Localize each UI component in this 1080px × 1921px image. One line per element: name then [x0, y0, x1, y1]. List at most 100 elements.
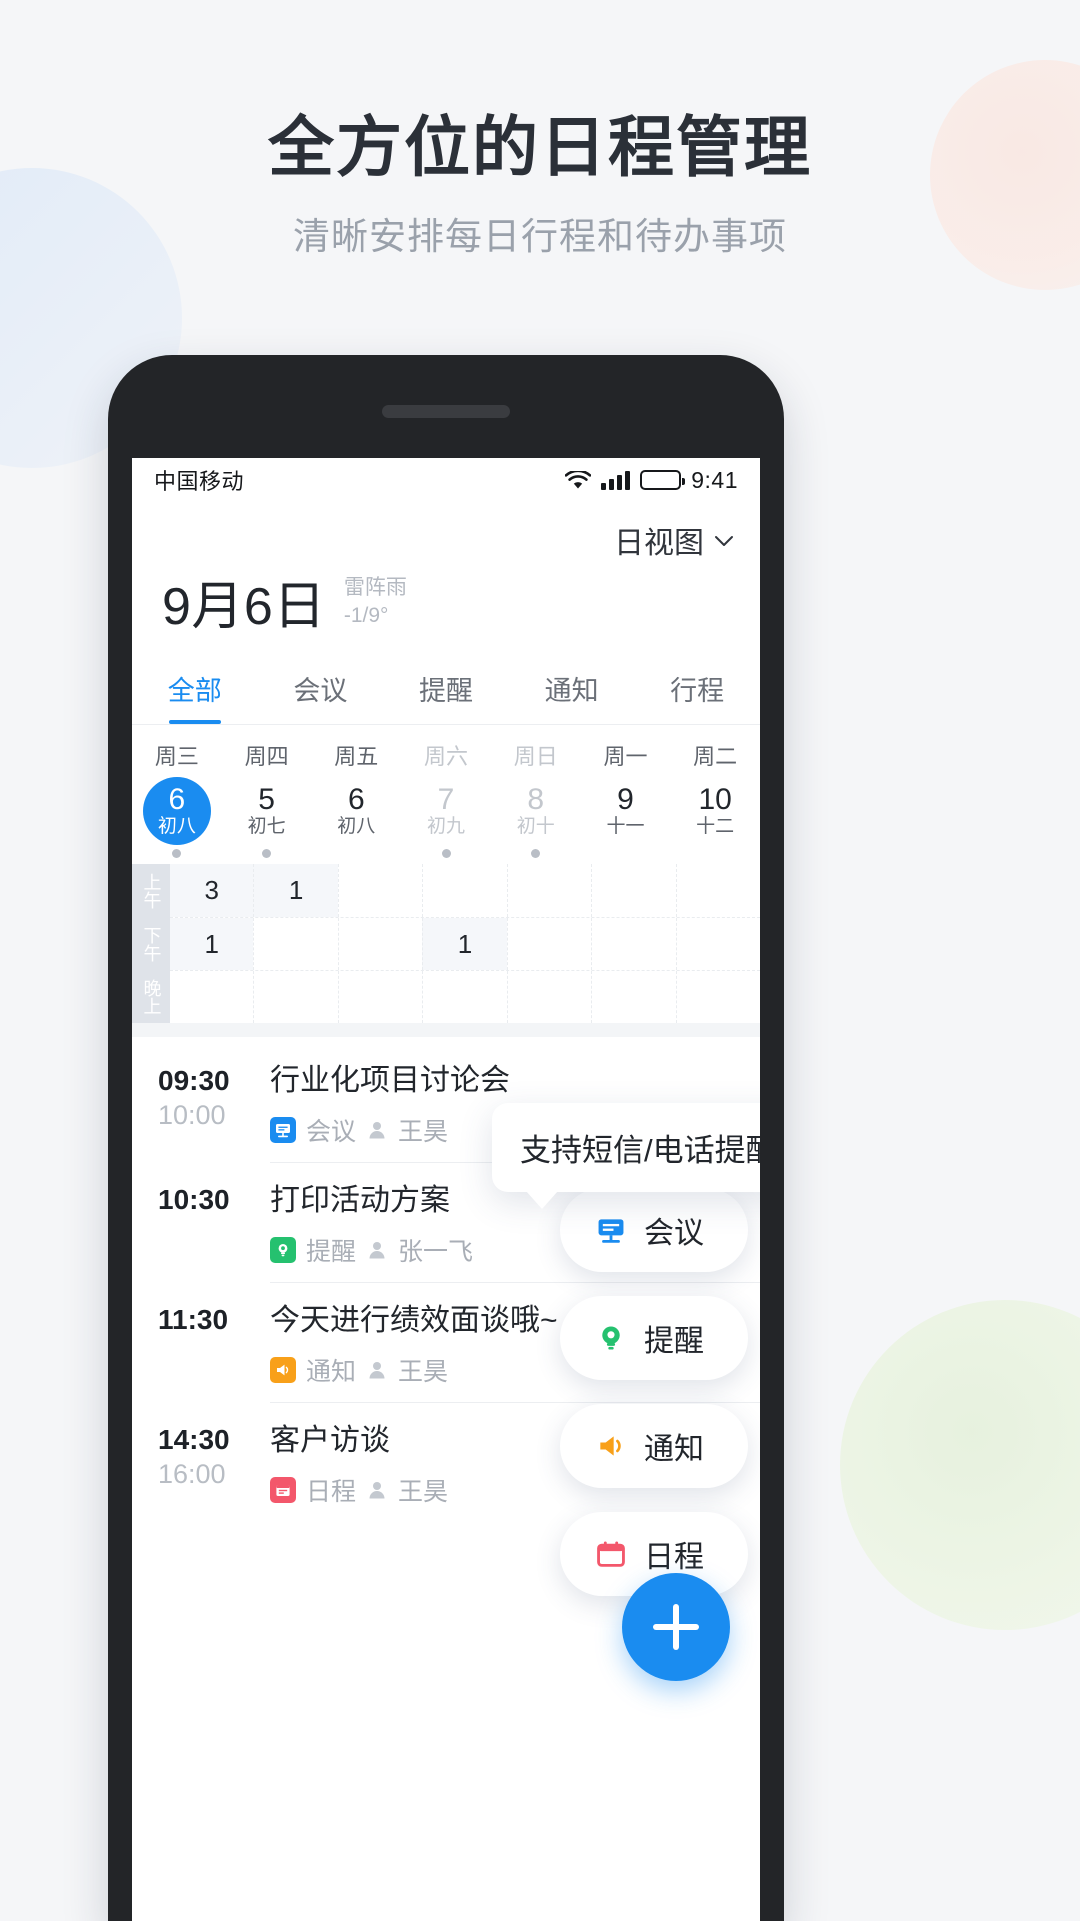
lunar-label: 十一 — [606, 816, 645, 838]
event-type-label: 通知 — [306, 1358, 357, 1387]
grid-cell[interactable] — [337, 971, 422, 1024]
lunar-label: 初八 — [157, 816, 196, 838]
day-pill: 10 十二 — [681, 777, 749, 845]
tab-all[interactable]: 全部 — [132, 657, 258, 724]
tab-notification[interactable]: 通知 — [509, 657, 635, 724]
date-header: 9月6日 雷阵雨 -1/9° — [132, 564, 760, 657]
battery-icon — [640, 470, 686, 490]
day-number: 8 — [527, 782, 545, 816]
grid-cell[interactable] — [506, 971, 591, 1024]
grid-cell[interactable]: 1 — [170, 918, 254, 971]
notification-horn-icon — [594, 1429, 628, 1463]
day-part-label-morning: 上午 — [132, 864, 170, 918]
week-day-0[interactable]: 周三 6 初八 — [132, 739, 222, 859]
grid-cell[interactable] — [253, 918, 337, 971]
grid-row-afternoon: 1 1 — [170, 917, 760, 971]
pill-label: 通知 — [644, 1433, 704, 1466]
grid-cell[interactable]: 1 — [253, 864, 338, 918]
status-time: 9:41 — [691, 466, 738, 493]
carrier-label: 中国移动 — [154, 469, 245, 494]
week-day-6[interactable]: 周二 10 十二 — [670, 739, 760, 858]
pill-notification[interactable]: 通知 — [560, 1404, 748, 1488]
tooltip-bubble: 支持短信/电话提醒 — [492, 1103, 760, 1209]
day-part-label-afternoon: 下午 — [132, 917, 170, 971]
promo-text-block: 全方位的日程管理 清晰安排每日行程和待办事项 — [0, 0, 1080, 261]
grid-cell[interactable] — [675, 864, 760, 918]
pill-reminder[interactable]: 提醒 — [560, 1296, 748, 1380]
event-type-label: 会议 — [306, 1118, 357, 1147]
phone-speaker — [382, 405, 510, 418]
grid-cell[interactable] — [675, 918, 760, 971]
event-type-label: 提醒 — [306, 1238, 357, 1267]
lunar-label: 初八 — [337, 816, 376, 838]
event-dot — [262, 849, 272, 859]
event-end-time: 16:00 — [158, 1459, 226, 1490]
week-day-1[interactable]: 周四 5 初七 — [222, 739, 312, 859]
add-event-fab[interactable] — [622, 1573, 730, 1681]
wifi-icon — [565, 470, 592, 490]
grid-cell[interactable]: 1 — [422, 918, 507, 971]
week-day-5[interactable]: 周一 9 十一 — [581, 739, 671, 858]
day-part-label-evening: 晚上 — [132, 970, 170, 1024]
tab-trip[interactable]: 行程 — [634, 657, 760, 724]
grid-cell[interactable] — [675, 971, 760, 1024]
notification-horn-icon — [270, 1357, 296, 1384]
event-time: 10:30 — [158, 1162, 270, 1268]
view-switch-label: 日视图 — [614, 527, 704, 560]
phone-mockup: 中国移动 9:41 日视图 9月6日 雷阵雨 -1/9° 全部 会议 提醒 通知… — [108, 355, 784, 1921]
day-number: 10 — [698, 782, 732, 816]
day-number: 9 — [617, 782, 634, 816]
week-day-3[interactable]: 周六 7 初九 — [401, 739, 491, 859]
pill-label: 提醒 — [644, 1325, 704, 1358]
grid-cell[interactable] — [170, 971, 253, 1023]
weather-block: 雷阵雨 -1/9° — [344, 574, 407, 633]
pill-label: 会议 — [644, 1217, 704, 1250]
grid-cell[interactable] — [506, 918, 591, 971]
grid-cell[interactable] — [591, 864, 675, 918]
weekday-label: 周一 — [603, 744, 648, 770]
grid-cell[interactable]: 3 — [170, 864, 254, 918]
grid-cell[interactable] — [422, 971, 506, 1024]
status-icon-group: 9:41 — [565, 467, 738, 494]
day-part-grid: 上午 下午 晚上 3 1 1 1 — [132, 864, 760, 1024]
grid-cell[interactable] — [506, 864, 591, 918]
grid-cell[interactable] — [253, 971, 337, 1024]
view-switch[interactable]: 日视图 — [132, 502, 760, 564]
day-pill: 6 初八 — [322, 777, 390, 845]
pill-meeting[interactable]: 会议 — [560, 1188, 748, 1272]
grid-cell[interactable] — [591, 971, 675, 1024]
weekday-label: 周三 — [154, 744, 199, 770]
person-icon — [366, 1239, 388, 1261]
tab-meeting[interactable]: 会议 — [258, 657, 384, 724]
event-title: 行业化项目讨论会 — [270, 1064, 510, 1098]
page-subtitle: 清晰安排每日行程和待办事项 — [293, 216, 787, 258]
event-person: 王昊 — [398, 1358, 449, 1387]
chevron-down-icon — [714, 534, 734, 546]
phone-screen: 中国移动 9:41 日视图 9月6日 雷阵雨 -1/9° 全部 会议 提醒 通知… — [132, 458, 760, 1921]
person-icon — [366, 1119, 388, 1141]
week-strip: 周三 6 初八 周四 5 初七 周五 6 初八 周六 7 初九 周日 8 初十 … — [132, 725, 760, 865]
tab-reminder[interactable]: 提醒 — [383, 657, 509, 724]
day-pill: 7 初九 — [412, 777, 480, 845]
event-person: 王昊 — [398, 1118, 449, 1147]
weekday-label: 周日 — [513, 744, 558, 770]
grid-cell[interactable] — [337, 864, 422, 918]
grid-cell[interactable] — [422, 864, 506, 918]
reminder-bulb-icon — [270, 1237, 296, 1264]
promo-screenshot: 全方位的日程管理 清晰安排每日行程和待办事项 中国移动 9:41 日视图 9月6… — [0, 0, 1080, 1921]
event-time: 11:30 — [158, 1282, 270, 1388]
event-start-time: 10:30 — [158, 1184, 230, 1216]
grid-cell[interactable] — [337, 918, 422, 971]
day-number: 6 — [347, 782, 365, 816]
week-day-2[interactable]: 周五 6 初八 — [311, 739, 401, 858]
lunar-label: 初十 — [516, 816, 555, 838]
event-person: 王昊 — [398, 1478, 449, 1507]
event-time: 14:30 16:00 — [158, 1402, 270, 1508]
page-title: 全方位的日程管理 — [268, 110, 812, 184]
person-icon — [366, 1359, 388, 1381]
event-start-time: 14:30 — [158, 1424, 230, 1456]
current-date: 9月6日 — [162, 578, 326, 637]
event-time: 09:30 10:00 — [158, 1061, 270, 1148]
grid-cell[interactable] — [591, 918, 675, 971]
week-day-4[interactable]: 周日 8 初十 — [491, 739, 581, 859]
